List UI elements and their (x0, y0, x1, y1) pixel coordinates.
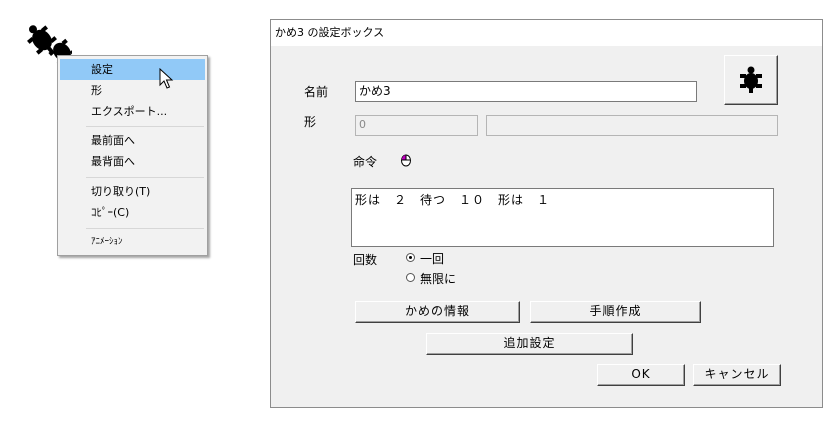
command-label: 命令 (353, 155, 378, 169)
name-label: 名前 (304, 85, 329, 99)
menu-separator (86, 177, 204, 178)
context-menu: 設定 形 エクスポート... 最前面へ 最背面へ 切り取り(T) ｺﾋﾟｰ(C)… (57, 55, 208, 256)
menu-item-cut[interactable]: 切り取り(T) (60, 181, 205, 202)
arrow-cursor-icon (159, 68, 174, 89)
shape-number-field[interactable]: 0 (355, 115, 478, 136)
menu-separator (86, 126, 204, 127)
dialog-title: かめ3 の設定ボックス (271, 20, 822, 46)
menu-item-send-to-back[interactable]: 最背面へ (60, 151, 205, 172)
ok-button[interactable]: OK (597, 364, 685, 386)
cancel-button[interactable]: キャンセル (693, 364, 781, 386)
repeat-infinite-radio[interactable] (406, 273, 415, 282)
menu-item-copy[interactable]: ｺﾋﾟｰ(C) (60, 202, 205, 223)
command-textarea[interactable]: 形は ２ 待つ １０ 形は １ (351, 188, 774, 247)
menu-item-bring-to-front[interactable]: 最前面へ (60, 130, 205, 151)
shape-name-field[interactable] (486, 115, 778, 136)
repeat-once-radio[interactable] (406, 253, 415, 262)
repeat-label: 回数 (353, 253, 378, 267)
turtle-info-button[interactable]: かめの情報 (355, 301, 520, 323)
menu-separator (86, 228, 204, 229)
name-field[interactable]: かめ3 (355, 81, 697, 102)
extra-settings-button[interactable]: 追加設定 (426, 333, 633, 355)
repeat-once-label: 一回 (420, 252, 445, 266)
repeat-infinite-label: 無限に (420, 272, 457, 286)
settings-dialog: かめ3 の設定ボックス 名前 かめ3 形 0 命令 形は ２ 待つ １０ 形は … (270, 19, 823, 408)
menu-item-export[interactable]: エクスポート... (60, 101, 205, 122)
shape-label: 形 (304, 115, 317, 129)
menu-item-settings[interactable]: 設定 (60, 59, 205, 80)
procedure-button[interactable]: 手順作成 (530, 301, 701, 323)
menu-item-animation[interactable]: ｱﾆﾒｰｼｮﾝ (60, 232, 205, 253)
menu-item-shape[interactable]: 形 (60, 80, 205, 101)
turtle-icon (740, 66, 762, 93)
mouse-icon[interactable] (400, 153, 412, 167)
turtle-image-button[interactable] (724, 55, 778, 105)
